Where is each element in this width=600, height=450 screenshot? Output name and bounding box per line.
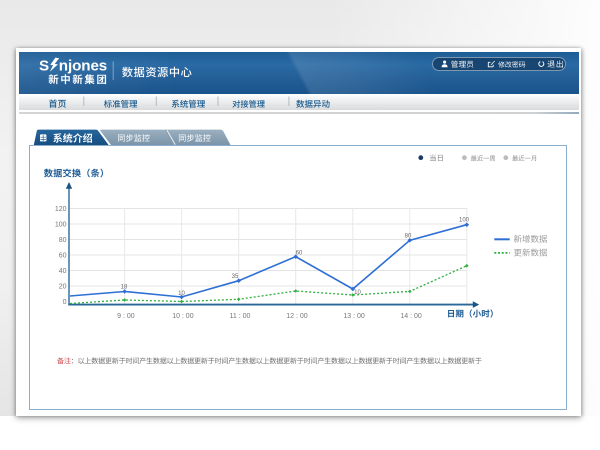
svg-text:12 : 00: 12 : 00 <box>286 313 308 320</box>
svg-text:9 : 00: 9 : 00 <box>117 313 135 320</box>
svg-text:20: 20 <box>59 283 67 290</box>
svg-text:10: 10 <box>354 290 361 296</box>
svg-text:0: 0 <box>63 299 67 306</box>
svg-text:18: 18 <box>121 285 128 291</box>
svg-text:10: 10 <box>178 291 185 297</box>
svg-text:100: 100 <box>55 221 67 228</box>
svg-text:14 : 00: 14 : 00 <box>400 313 422 320</box>
svg-text:11 : 00: 11 : 00 <box>230 313 251 320</box>
svg-text:10 : 00: 10 : 00 <box>172 313 194 320</box>
svg-text:njones: njones <box>59 57 107 74</box>
svg-text:100: 100 <box>459 218 470 224</box>
svg-text:35: 35 <box>232 274 239 280</box>
svg-text:80: 80 <box>59 237 67 244</box>
svg-text:40: 40 <box>59 268 67 275</box>
svg-text:S: S <box>39 57 49 74</box>
svg-text:60: 60 <box>296 251 303 257</box>
svg-text:13 : 00: 13 : 00 <box>343 313 365 320</box>
svg-text:120: 120 <box>55 206 67 213</box>
svg-text:80: 80 <box>405 233 412 239</box>
svg-text:60: 60 <box>59 252 67 259</box>
